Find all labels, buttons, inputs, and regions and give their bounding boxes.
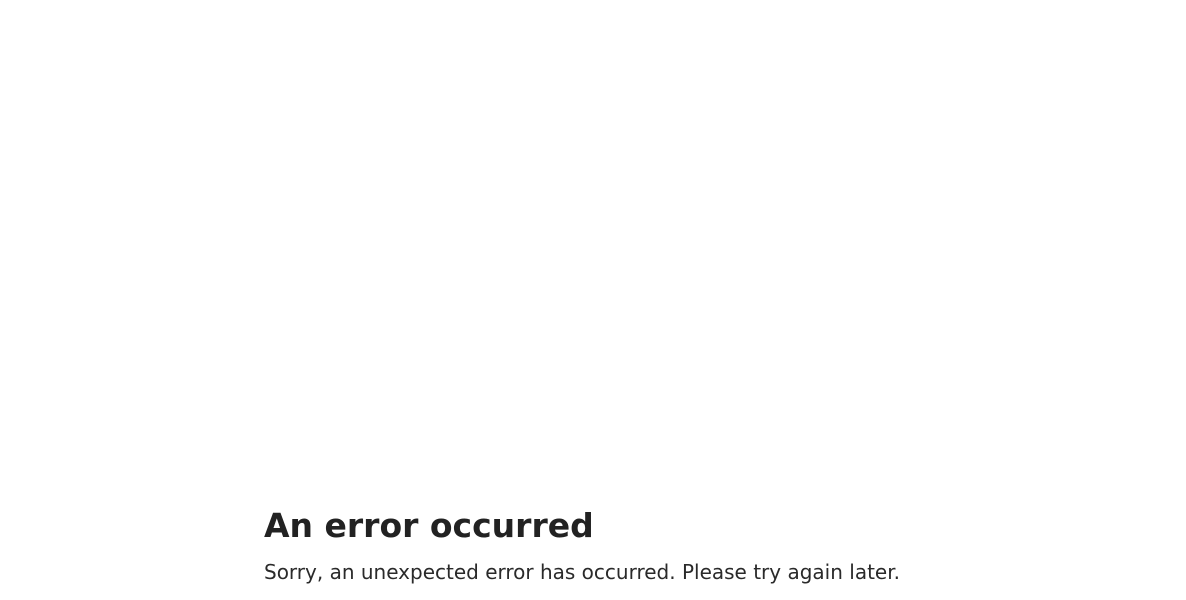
error-content: An error occurred Sorry, an unexpected e… [264, 505, 1024, 586]
error-message: Sorry, an unexpected error has occurred.… [264, 560, 900, 584]
error-page: An error occurred Sorry, an unexpected e… [0, 0, 1186, 600]
error-title: An error occurred [264, 506, 594, 545]
